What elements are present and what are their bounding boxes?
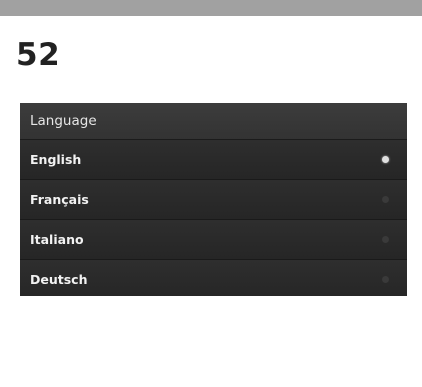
- language-option-english[interactable]: English: [20, 140, 407, 180]
- page-number: 52: [16, 37, 61, 73]
- language-panel: Language English Français Italiano Deuts…: [20, 103, 407, 296]
- language-option-label: Italiano: [30, 232, 84, 247]
- language-option-italiano[interactable]: Italiano: [20, 220, 407, 260]
- language-option-label: Français: [30, 192, 89, 207]
- top-bar: [0, 0, 422, 16]
- radio-selected-icon[interactable]: [382, 156, 389, 163]
- radio-unselected-icon[interactable]: [382, 236, 389, 243]
- language-option-label: Deutsch: [30, 272, 88, 287]
- language-option-francais[interactable]: Français: [20, 180, 407, 220]
- panel-title: Language: [30, 113, 97, 129]
- panel-header: Language: [20, 103, 407, 140]
- language-option-deutsch[interactable]: Deutsch: [20, 260, 407, 296]
- radio-unselected-icon[interactable]: [382, 276, 389, 283]
- radio-unselected-icon[interactable]: [382, 196, 389, 203]
- language-option-label: English: [30, 152, 82, 167]
